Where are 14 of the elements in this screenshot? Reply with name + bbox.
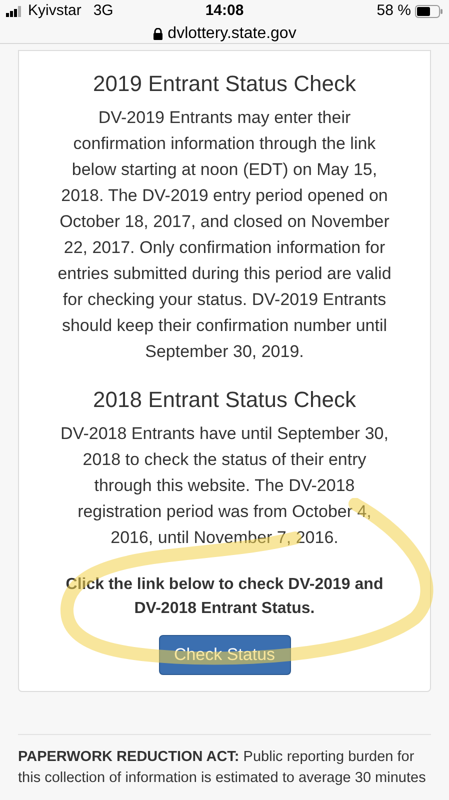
carrier-name: Kyivstar	[28, 0, 82, 21]
battery-percent: 58 %	[376, 0, 411, 21]
call-to-action: Click the link below to check DV-2019 and DV-2018 Entrant Status.	[64, 575, 384, 619]
network-type: 3G	[93, 0, 114, 21]
signal-icon	[6, 6, 24, 16]
section-text: DV-2018 Entrants have until September 30, 2018 to check the status of their entry through this website. The DV-2018 registration period was from October 4, 2016, until November 7, 2016.	[60, 423, 390, 549]
clock-time: 14:08	[205, 0, 244, 21]
section-heading: 2018 Entrant Status Check	[92, 386, 357, 414]
paperwork-notice: PAPERWORK REDUCTION ACT: Public reporting burden for this collection of information is estimated to average 30 minutes	[18, 748, 427, 788]
section-heading: 2019 Entrant Status Check	[92, 70, 357, 98]
section-text: DV-2019 Entrants may enter their confirmation information through the link below starting at noon (EDT) on May 15, 2018. The DV-2019 entry period opened on October 18, 2017, and closed on November 22, 2017. Only confirmation information for entries submitted during this period are valid for checking your status. DV-2019 Entrants should keep their confirmation number until September 30, 2019.	[56, 107, 392, 363]
battery-icon	[415, 4, 443, 18]
url-text[interactable]: dvlottery.state.gov	[168, 22, 296, 46]
lock-icon	[152, 28, 163, 40]
